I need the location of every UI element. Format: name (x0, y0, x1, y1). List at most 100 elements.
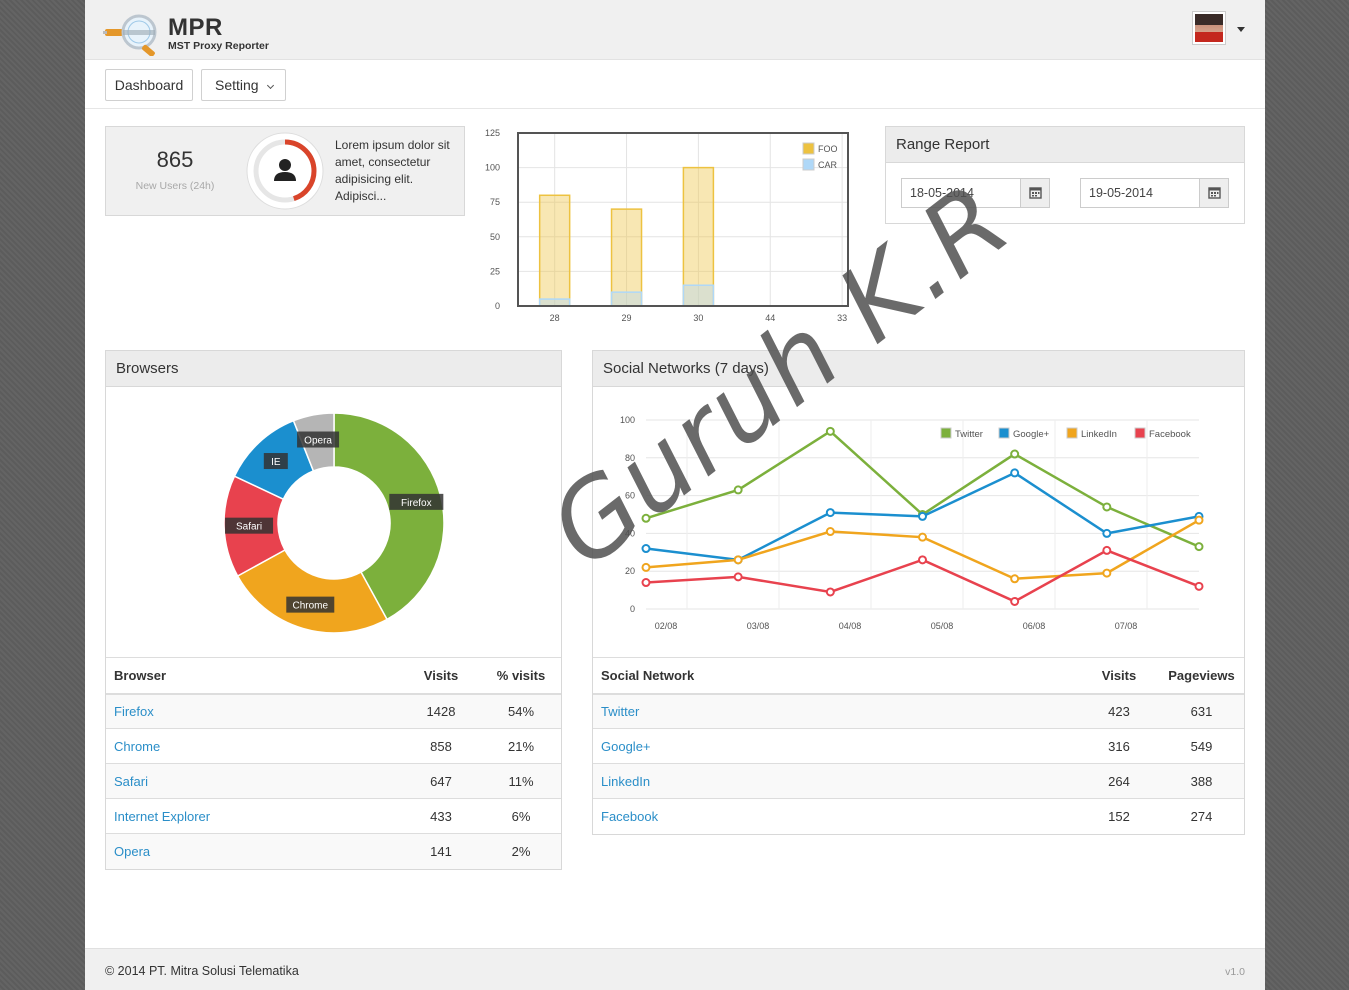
footer: © 2014 PT. Mitra Solusi Telematika v1.0 (85, 948, 1265, 990)
point-twitter (825, 426, 835, 436)
x-tick-label: 28 (550, 313, 560, 323)
calendar-to-button[interactable] (1199, 179, 1228, 207)
user-menu-caret-icon[interactable] (1237, 27, 1245, 32)
social-line-chart: 0 20 40 60 80 100 02/08 03/08 04/08 05/08 06/08 07/… (620, 415, 1204, 631)
pageviews-cell: 549 (1159, 728, 1244, 764)
browser-link[interactable]: Safari (114, 774, 148, 789)
point-facebook (733, 572, 743, 582)
bar-car (538, 298, 571, 307)
legend-label: LinkedIn (1081, 429, 1117, 440)
visits-cell: 423 (1079, 693, 1159, 729)
date-to-value: 19-05-2014 (1089, 186, 1153, 200)
x-tick-label: 05/08 (931, 621, 954, 631)
col-visits: Visits (1079, 657, 1159, 695)
avatar[interactable] (1192, 11, 1226, 45)
line-twitter (645, 429, 1200, 548)
date-from-input[interactable]: 18-05-2014 (901, 178, 1050, 208)
browser-link[interactable]: Opera (114, 844, 150, 859)
table-row: Twitter 423 631 (593, 693, 1244, 729)
x-tick-label: 33 (837, 313, 847, 323)
legend-swatch (940, 427, 952, 439)
point-twitter (1010, 449, 1020, 459)
setting-dropdown[interactable]: Setting (201, 69, 286, 101)
pct-cell: 6% (481, 798, 561, 834)
visits-cell: 264 (1079, 763, 1159, 799)
slice-label: Firefox (401, 498, 432, 509)
x-tick-label: 30 (693, 313, 703, 323)
stat-label: New Users (24h) (135, 180, 215, 192)
point-facebook (1010, 596, 1020, 606)
point-facebook (918, 555, 927, 565)
point-facebook (1194, 581, 1204, 591)
y-tick-label: 80 (625, 453, 635, 463)
point-facebook (1102, 545, 1112, 555)
dashboard-button[interactable]: Dashboard (105, 69, 193, 101)
pct-cell: 11% (481, 763, 561, 799)
date-to-input[interactable]: 19-05-2014 (1080, 178, 1229, 208)
social-link[interactable]: LinkedIn (601, 774, 650, 789)
social-link[interactable]: Facebook (601, 809, 658, 824)
legend-swatch (802, 158, 815, 171)
social-link[interactable]: Twitter (601, 704, 639, 719)
app-subtitle: MST Proxy Reporter (168, 40, 269, 52)
legend-label: CAR (818, 160, 838, 170)
stat-value: 865 (156, 147, 194, 172)
legend-label: Facebook (1149, 429, 1191, 440)
point-twitter (1102, 502, 1112, 512)
point-linkedin (1010, 574, 1020, 584)
range-report-panel: Range Report 18-05-2014 19-05-2014 (885, 126, 1245, 224)
new-users-stat: 865 New Users (24h) Lorem ipsum dolor si… (105, 126, 465, 216)
legend-label: FOO (818, 144, 838, 154)
x-tick-label: 06/08 (1023, 621, 1046, 631)
point-twitter (641, 513, 651, 523)
col-pct-visits: % visits (481, 657, 561, 695)
app-title: MPR (168, 14, 223, 41)
browser-link[interactable]: Internet Explorer (114, 809, 210, 824)
y-tick-label: 25 (490, 266, 500, 276)
visits-cell: 1428 (401, 693, 481, 729)
browser-donut-chart: Firefox Chrome Safari IE Opera (223, 412, 445, 634)
col-visits: Visits (401, 657, 481, 695)
calendar-icon (1208, 187, 1221, 199)
bar-foo (538, 194, 571, 307)
pageviews-cell: 274 (1159, 798, 1244, 834)
version-text: v1.0 (1225, 966, 1245, 978)
x-tick-label: 44 (765, 313, 775, 323)
line-linkedin (645, 519, 1200, 581)
bar-car (610, 291, 643, 307)
point-linkedin (1194, 515, 1204, 525)
y-tick-label: 50 (490, 232, 500, 242)
y-tick-label: 0 (630, 604, 635, 614)
nav-bar: Dashboard Setting (85, 61, 1265, 109)
chevron-down-icon (266, 81, 275, 90)
legend-swatch (1134, 427, 1146, 439)
visits-cell: 316 (1079, 728, 1159, 764)
browsers-title: Browsers (106, 351, 561, 387)
legend-swatch (1066, 427, 1078, 439)
pct-cell: 54% (481, 693, 561, 729)
slice-label: Safari (236, 522, 262, 533)
point-linkedin (733, 555, 743, 565)
social-title: Social Networks (7 days) (593, 351, 1244, 387)
stat-description: Lorem ipsum dolor sit amet, consectetur … (335, 138, 450, 203)
table-row: Google+ 316 549 (593, 728, 1244, 764)
magnifier-logo-icon (103, 14, 157, 56)
y-tick-label: 125 (485, 128, 500, 138)
pageviews-cell: 388 (1159, 763, 1244, 799)
point-googleplus (918, 511, 927, 521)
social-networks-panel: Social Networks (7 days) 0 20 40 60 80 100 02/… (592, 350, 1245, 835)
point-linkedin (825, 527, 835, 537)
x-tick-label: 29 (622, 313, 632, 323)
y-tick-label: 60 (625, 491, 635, 501)
table-row: Firefox 1428 54% (106, 693, 561, 729)
slice-label: IE (271, 457, 281, 468)
setting-label: Setting (215, 77, 259, 93)
visits-cell: 152 (1079, 798, 1159, 834)
browser-link[interactable]: Firefox (114, 704, 154, 719)
table-row: Facebook 152 274 (593, 798, 1244, 834)
table-row: Internet Explorer 433 6% (106, 798, 561, 834)
browser-link[interactable]: Chrome (114, 739, 160, 754)
social-link[interactable]: Google+ (601, 739, 651, 754)
x-tick-label: 02/08 (655, 621, 678, 631)
calendar-from-button[interactable] (1020, 179, 1049, 207)
